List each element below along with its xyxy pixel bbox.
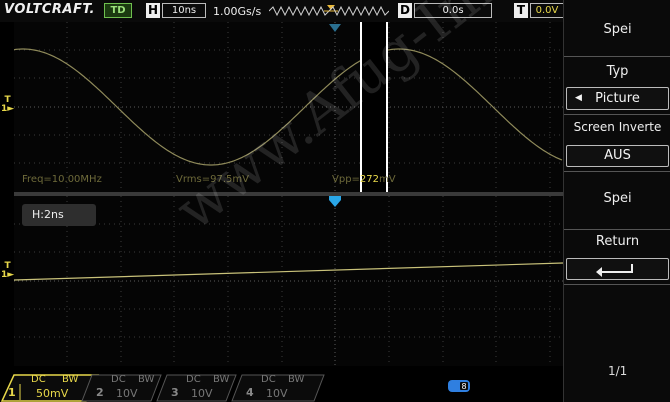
ch1-waveform (14, 48, 563, 166)
channel-1-number: 1 (8, 386, 16, 399)
menu-title: Spei (603, 22, 632, 37)
channel-2-coupling: DC (111, 374, 126, 385)
main-waveform-panel: Freq=10.00MHz Vrms=97.5mV Vpp=272mV (14, 22, 563, 192)
sample-rate: 1.00Gs/s (213, 5, 262, 18)
trigger-position-marker (329, 24, 341, 32)
menu-invert-value: AUS (604, 148, 631, 163)
menu-divider (564, 56, 670, 57)
trigger-letter: T (514, 3, 528, 18)
main-grid (14, 22, 563, 192)
zoom-waveform-panel: H:2ns (14, 196, 563, 366)
menu-type-selector[interactable]: ◀ Picture (566, 87, 669, 110)
zoom-timebase-label: H:2ns (22, 204, 96, 226)
channel-3-coupling: DC (186, 374, 201, 385)
trigger-position-marker-zoom (329, 196, 341, 207)
vpp-measurement: Vpp=272mV (332, 174, 396, 185)
vrms-measurement: Vrms=97.5mV (176, 174, 249, 185)
svg-text:8: 8 (462, 382, 467, 391)
timebase-letter: H (146, 3, 160, 18)
timebase-value[interactable]: 10ns (162, 3, 206, 18)
waveform-display[interactable]: Freq=10.00MHz Vrms=97.5mV Vpp=272mV H:2n… (14, 0, 602, 366)
brand-logo: VOLTCRAFT. (4, 2, 95, 17)
channel-bar: 1 DC BW 50mV 2 DC BW 10V 3 DC BW 10V 4 D… (0, 366, 563, 402)
vpp-value: 272 (359, 174, 380, 185)
channel-2-scale: 10V (116, 387, 138, 400)
ch1-zoom-offset-label: 1 (1, 270, 8, 280)
return-arrow-icon (595, 264, 633, 277)
ch1-zoom-waveform (14, 262, 563, 281)
side-menu: Spei Typ ◀ Picture Screen Inverte AUS Sp… (563, 0, 670, 402)
ch1-offset-marker[interactable]: T 1► (1, 96, 14, 114)
menu-type-label: Typ (606, 64, 629, 79)
trigger-status-badge: TD (104, 3, 132, 18)
channel-3-tab[interactable]: 3 DC BW 10V (155, 374, 237, 402)
zoom-window-marker[interactable] (360, 22, 388, 192)
channel-2-number: 2 (96, 386, 104, 399)
menu-divider (564, 229, 670, 230)
channel-4-number: 4 (246, 386, 254, 399)
trigger-level-value[interactable]: 0.0V (530, 3, 563, 18)
menu-save-button[interactable]: Spei (564, 191, 670, 206)
menu-return-label: Return (595, 234, 640, 249)
channel-3-scale: 10V (191, 387, 213, 400)
menu-divider (564, 284, 670, 285)
status-bar: VOLTCRAFT. TD H 10ns 1.00Gs/s D 0.0s T 0… (0, 0, 563, 22)
ch1-offset-label: 1 (1, 104, 8, 114)
menu-invert-label: Screen Inverte (573, 120, 662, 134)
channel-1-scale: 50mV (36, 387, 69, 400)
freq-measurement: Freq=10.00MHz (22, 174, 102, 185)
memory-depth-icon (269, 5, 389, 17)
channel-4-tab[interactable]: 4 DC BW 10V (230, 374, 325, 402)
channel-1-bw: BW (62, 374, 79, 385)
channel-4-coupling: DC (261, 374, 276, 385)
usb-storage-icon: 8 (448, 380, 470, 392)
channel-1-tab[interactable]: 1 DC BW 50mV (0, 374, 100, 402)
menu-type-value: Picture (595, 91, 640, 106)
caret-left-icon: ◀ (575, 93, 582, 103)
vpp-unit: mV (379, 174, 396, 185)
channel-1-coupling: DC (31, 374, 46, 385)
delay-value[interactable]: 0.0s (414, 3, 492, 18)
channel-2-bw: BW (138, 374, 155, 385)
delay-letter: D (398, 3, 412, 18)
channel-3-bw: BW (213, 374, 230, 385)
menu-divider (564, 114, 670, 115)
menu-page-indicator: 1/1 (608, 364, 628, 378)
channel-3-number: 3 (171, 386, 179, 399)
menu-invert-toggle[interactable]: AUS (566, 145, 669, 167)
channel-4-scale: 10V (266, 387, 288, 400)
zoom-grid (14, 196, 563, 366)
ch1-zoom-offset-marker[interactable]: T 1► (1, 262, 14, 280)
return-button[interactable] (566, 258, 669, 280)
channel-4-bw: BW (288, 374, 305, 385)
channel-2-tab[interactable]: 2 DC BW 10V (80, 374, 162, 402)
menu-divider (564, 171, 670, 172)
vpp-label: Vpp= (332, 174, 360, 185)
